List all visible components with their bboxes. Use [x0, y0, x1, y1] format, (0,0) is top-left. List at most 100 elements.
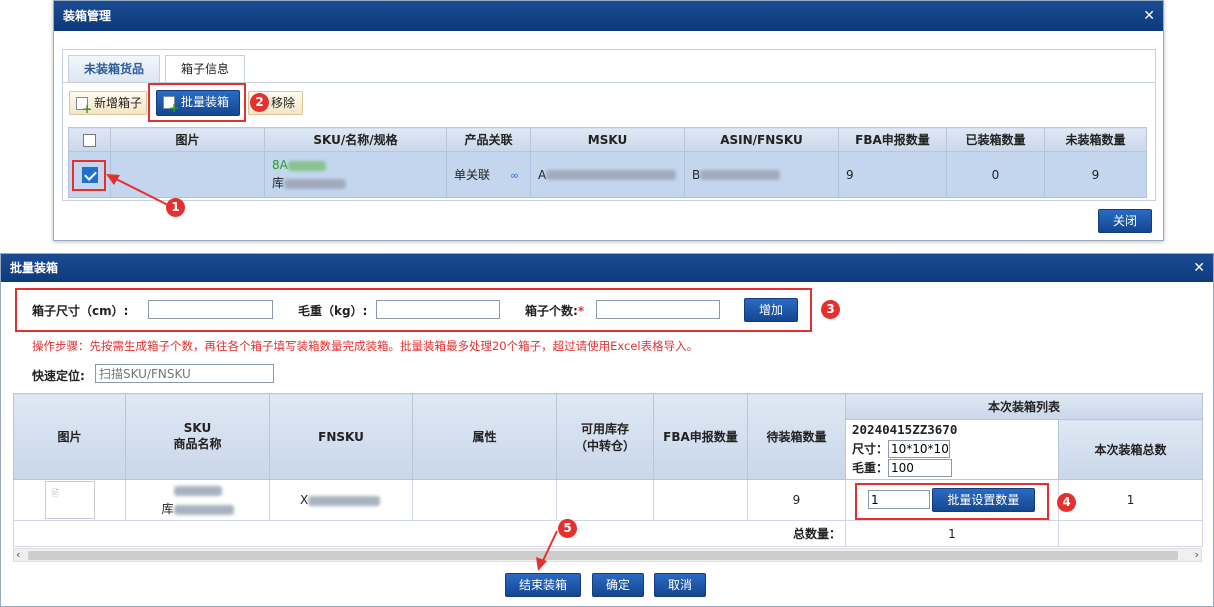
redacted-name	[284, 178, 347, 189]
box-weight-field[interactable]	[888, 459, 953, 477]
dialog2-close-icon[interactable]: ✕	[1193, 254, 1205, 282]
row-sku-name-cell: 库	[125, 479, 270, 521]
total-empty-cell	[1057, 520, 1204, 547]
add-box-button[interactable]: 新增箱子	[69, 91, 147, 115]
total-value: 1	[845, 520, 1059, 547]
close-button[interactable]: 关闭	[1098, 209, 1152, 233]
col-product-link: 产品关联	[446, 127, 531, 152]
row-link-text: 单关联	[454, 168, 491, 182]
box-size-caption: 尺寸：	[852, 442, 889, 456]
total-label: 总数量：	[13, 520, 846, 547]
unpacked-goods-table: 图片 SKU/名称/规格 产品关联 MSKU ASIN/FNSKU FBA申报数…	[68, 127, 1147, 198]
col-sku-name-spec: SKU/名称/规格	[264, 127, 447, 152]
cancel-button[interactable]: 取消	[654, 573, 706, 597]
col-fnsku: FNSKU	[269, 393, 413, 480]
select-all-cell[interactable]	[68, 127, 111, 152]
gross-weight-input[interactable]	[376, 300, 500, 319]
col-pack-total: 本次装箱总数	[1057, 419, 1204, 480]
link-icon[interactable]: ∞	[510, 169, 519, 182]
add-box-label: 新增箱子	[94, 96, 143, 110]
row-stock	[556, 479, 654, 521]
tab-unpacked-goods[interactable]: 未装箱货品	[68, 55, 160, 82]
close-icon[interactable]: ✕	[1143, 1, 1155, 31]
row-asin-cell: B	[684, 151, 839, 198]
annotation-arrow-5	[536, 530, 558, 571]
row-fba-qty: 9	[838, 151, 947, 198]
row-name: 库	[272, 176, 285, 190]
box-column-header: 20240415ZZ3670 尺寸： 毛重：	[845, 419, 1059, 480]
row-msku: A	[538, 167, 547, 182]
dialog2-titlebar: 批量装箱 ✕	[1, 254, 1213, 282]
dialog2-title: 批量装箱	[10, 261, 59, 275]
row-sku: 8A	[272, 158, 288, 172]
row-pack-total: 1	[1057, 479, 1204, 521]
scroll-right-icon[interactable]: ›	[1195, 548, 1199, 561]
add-box-icon	[76, 97, 92, 115]
col-asin-fnsku: ASIN/FNSKU	[684, 127, 839, 152]
batch-pack-table: 图片 SKU 商品名称 FNSKU 属性 可用库存 （中转仓） FBA申报数量 待装…	[13, 393, 1204, 547]
col-sku-name: SKU 商品名称	[125, 393, 270, 480]
row-fnsku-cell: X	[269, 479, 413, 521]
scroll-left-icon[interactable]: ‹	[16, 548, 20, 561]
total-row: 总数量： 1	[13, 520, 1204, 547]
quick-locate-input[interactable]	[95, 364, 274, 383]
table-header-row: 图片 SKU/名称/规格 产品关联 MSKU ASIN/FNSKU FBA申报数…	[68, 127, 1147, 152]
col-msku: MSKU	[530, 127, 685, 152]
row-fnsku: X	[300, 493, 309, 507]
col-attribute: 属性	[412, 393, 557, 480]
col-image: 图片	[13, 393, 126, 480]
remove-label: 移除	[271, 96, 296, 110]
col-fba-qty: FBA申报数量	[653, 393, 748, 480]
horizontal-scrollbar[interactable]: ‹ ›	[13, 548, 1202, 562]
confirm-button[interactable]: 确定	[592, 573, 644, 597]
operation-hint: 操作步骤：先按需生成箱子个数，再往各个箱子填写装箱数量完成装箱。批量装箱最多处理…	[32, 339, 699, 353]
row-fba-qty	[653, 479, 748, 521]
redacted-asin	[700, 170, 781, 180]
redacted-fnsku	[308, 495, 381, 506]
col-pending-qty: 待装箱数量	[747, 393, 846, 480]
annotation-badge-1: 1	[166, 198, 185, 217]
col-unpacked-qty: 未装箱数量	[1044, 127, 1147, 152]
annotation-box-4	[855, 483, 1049, 520]
row-unpacked-qty: 9	[1044, 151, 1147, 198]
col-fba-qty: FBA申报数量	[838, 127, 947, 152]
annotation-badge-3: 3	[821, 300, 840, 319]
redacted-sku	[173, 485, 222, 496]
row-msku-cell: A	[530, 151, 685, 198]
quick-locate-label: 快速定位:	[32, 369, 85, 383]
annotation-badge-2: 2	[250, 93, 269, 112]
table-row[interactable]: 8A 库 单关联 ∞ A B 9 0 9	[68, 151, 1147, 198]
box-size-field[interactable]	[888, 440, 951, 458]
redacted-sku	[287, 160, 326, 171]
scroll-thumb[interactable]	[28, 551, 1178, 560]
add-boxes-button[interactable]: 增加	[744, 298, 798, 322]
row-sku-cell: 8A 库	[264, 151, 447, 198]
finish-packing-button[interactable]: 结束装箱	[505, 573, 581, 597]
col-available-stock: 可用库存 （中转仓）	[556, 393, 654, 480]
row-attribute	[412, 479, 557, 521]
select-all-checkbox[interactable]	[83, 133, 96, 147]
box-size-input[interactable]	[148, 300, 273, 319]
col-image: 图片	[110, 127, 265, 152]
dialog-titlebar: 装箱管理 ✕	[54, 1, 1163, 31]
dialog-title: 装箱管理	[63, 9, 112, 23]
box-count-label: 箱子个数:*	[525, 304, 585, 318]
image-placeholder-icon: 🗎	[44, 481, 95, 519]
box-id: 20240415ZZ3670	[852, 422, 958, 437]
box-count-input[interactable]	[596, 300, 720, 319]
row-pending-qty: 9	[747, 479, 846, 521]
row-packed-qty: 0	[946, 151, 1045, 198]
redacted-msku	[546, 170, 677, 180]
col-pack-list-group: 本次装箱列表	[844, 393, 1204, 420]
row-link-cell: 单关联 ∞	[446, 151, 531, 198]
redacted-name	[173, 504, 234, 515]
col-packed-qty: 已装箱数量	[946, 127, 1045, 152]
row-image-cell: 🗎	[13, 479, 126, 521]
tab-box-info[interactable]: 箱子信息	[165, 55, 245, 82]
row-name: 库	[161, 502, 174, 516]
annotation-badge-4: 4	[1057, 493, 1076, 512]
box-size-label: 箱子尺寸（cm）:	[32, 304, 129, 318]
row-asin: B	[692, 167, 701, 182]
annotation-box-2	[148, 83, 246, 122]
table-header-row: 图片 SKU 商品名称 FNSKU 属性 可用库存 （中转仓） FBA申报数量 待装…	[13, 393, 1204, 480]
